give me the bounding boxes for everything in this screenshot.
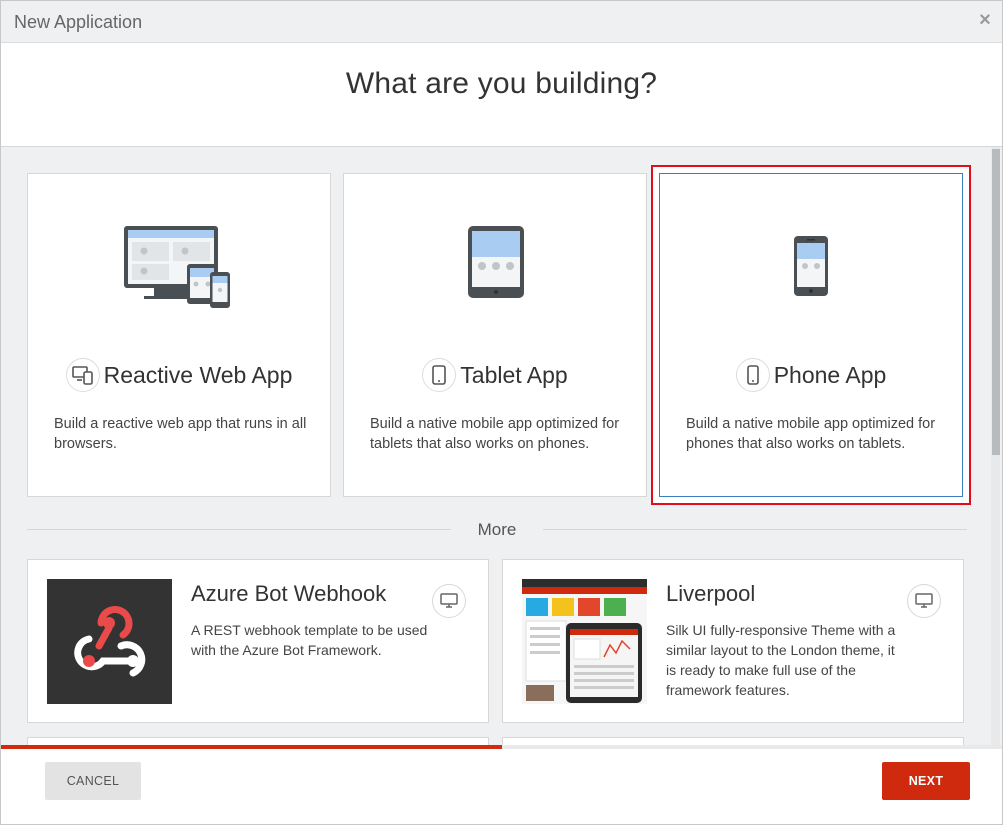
reactive-web-app-card[interactable]: Reactive Web App Build a reactive web ap… (27, 173, 331, 497)
wizard-progress-bar (1, 745, 1002, 749)
template-card-liverpool[interactable]: Liverpool Silk UI fully-responsive Theme… (502, 559, 964, 723)
content-scrollbar[interactable] (991, 147, 1000, 745)
scrollbar-thumb[interactable] (992, 149, 1000, 455)
template-name-liverpool: Liverpool (666, 581, 756, 606)
template-name-azure-bot-webhook: Azure Bot Webhook (191, 581, 387, 606)
webhook-icon (47, 579, 172, 704)
monitor-icon (432, 584, 466, 618)
tablet-app-name: Tablet App (344, 358, 646, 392)
tablet-app-description: Build a native mobile app optimized for … (370, 416, 620, 452)
tablet-app-label: Tablet App (460, 361, 568, 388)
page-title: What are you building? (345, 67, 658, 100)
monitor-icon (907, 584, 941, 618)
multi-device-icon (65, 358, 100, 392)
dialog-footer: CANCEL NEXT (1, 745, 1002, 824)
phone-app-illustration (660, 224, 962, 310)
tablet-icon (422, 358, 457, 392)
template-card-azure-bot-webhook[interactable]: Azure Bot Webhook A REST webhook templat… (27, 559, 489, 723)
wizard-progress-fill (1, 745, 502, 749)
dialog-title: New Application (14, 12, 143, 32)
phone-icon (735, 358, 770, 392)
more-label: More (477, 520, 517, 539)
phone-app-name: Phone App (660, 358, 962, 392)
next-button[interactable]: NEXT (882, 762, 970, 800)
template-card-partial[interactable] (27, 737, 489, 745)
phone-app-card[interactable]: Phone App Build a native mobile app opti… (659, 173, 963, 497)
template-description-liverpool: Silk UI fully-responsive Theme with a si… (666, 622, 896, 698)
dialog-titlebar: New Application × (1, 1, 1002, 43)
template-description-azure-bot-webhook: A REST webhook template to be used with … (191, 622, 428, 658)
more-divider-right (543, 529, 967, 530)
reactive-web-app-description: Build a reactive web app that runs in al… (54, 416, 307, 452)
template-card-partial[interactable] (502, 737, 964, 745)
dialog-header: What are you building? (1, 43, 1002, 147)
reactive-web-app-name: Reactive Web App (28, 358, 330, 392)
phone-app-description: Build a native mobile app optimized for … (686, 416, 936, 452)
reactive-web-app-label: Reactive Web App (103, 361, 293, 388)
phone-app-label: Phone App (773, 361, 887, 388)
tablet-app-card[interactable]: Tablet App Build a native mobile app opt… (343, 173, 647, 497)
tablet-app-illustration (344, 224, 646, 310)
new-application-dialog: New Application × What are you building? (0, 0, 1003, 825)
close-icon[interactable]: × (974, 9, 996, 31)
cancel-button[interactable]: CANCEL (45, 762, 141, 800)
liverpool-theme-preview (522, 579, 647, 704)
reactive-web-app-illustration (28, 224, 330, 310)
app-type-content: Reactive Web App Build a reactive web ap… (1, 147, 1002, 745)
more-separator: More (27, 519, 967, 539)
